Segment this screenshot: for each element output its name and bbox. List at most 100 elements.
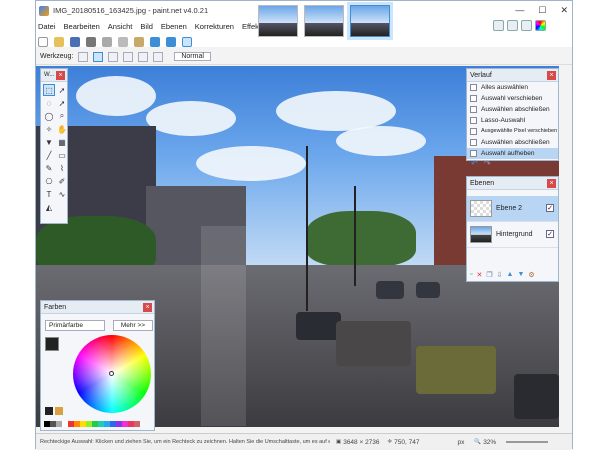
pencil-icon[interactable]: ✎	[43, 162, 55, 174]
paintbrush-icon[interactable]: ╱	[43, 149, 55, 161]
menu-korrekturen[interactable]: Korrekturen	[195, 22, 234, 31]
magic-wand-icon[interactable]: ✧	[43, 123, 55, 135]
history-item[interactable]: Auswahl aufheben	[467, 148, 558, 159]
selection-mode-intersect-icon[interactable]	[138, 51, 149, 62]
redo-icon[interactable]	[166, 37, 176, 47]
save-icon[interactable]	[70, 37, 80, 47]
paste-icon[interactable]	[134, 37, 144, 47]
selection-mode-union-icon[interactable]	[108, 51, 119, 62]
undo-icon[interactable]: ↶	[471, 159, 478, 168]
delete-layer-icon[interactable]: ✕	[476, 271, 482, 279]
menu-datei[interactable]: Datei	[38, 22, 56, 31]
add-layer-icon[interactable]: ▫	[470, 271, 472, 279]
layers-panel-header: Ebenen ×	[467, 177, 558, 190]
layers-toggle-icon[interactable]	[521, 20, 532, 31]
ellipse-select-icon[interactable]: ◯	[43, 110, 55, 122]
eraser-icon[interactable]: ▭	[56, 149, 68, 161]
close-icon[interactable]: ×	[547, 179, 556, 188]
status-hint: Rechteckige Auswahl: Klicken und ziehen …	[40, 439, 330, 445]
history-toggle-icon[interactable]	[507, 20, 518, 31]
print-icon[interactable]	[86, 37, 96, 47]
copy-icon[interactable]	[118, 37, 128, 47]
cut-icon[interactable]	[102, 37, 112, 47]
photo-car	[514, 374, 559, 419]
menu-bild[interactable]: Bild	[140, 22, 153, 31]
photo-car	[376, 281, 404, 299]
close-icon[interactable]: ×	[143, 303, 152, 312]
color-wheel-cursor[interactable]	[109, 371, 114, 376]
primary-color-swatch[interactable]	[45, 337, 59, 351]
palette-swatch[interactable]	[134, 421, 140, 427]
history-item[interactable]: Alles auswählen	[467, 82, 558, 93]
layer-properties-icon[interactable]: ⚙	[528, 271, 534, 279]
zoom-icon[interactable]: ⌕	[56, 110, 68, 122]
more-button[interactable]: Mehr >>	[113, 320, 153, 331]
colors-toggle-icon[interactable]	[535, 20, 546, 31]
minimize-icon[interactable]: —	[515, 5, 524, 16]
zoom-slider[interactable]	[506, 441, 549, 443]
lasso-icon[interactable]: ◌	[43, 97, 55, 109]
photo-cloud	[146, 101, 236, 136]
move-selected-icon[interactable]: ➚	[56, 97, 68, 109]
menu-ansicht[interactable]: Ansicht	[108, 22, 133, 31]
close-icon[interactable]: ×	[56, 71, 65, 80]
undo-icon[interactable]	[150, 37, 160, 47]
history-item[interactable]: Auswählen abschließen	[467, 137, 558, 148]
gradient-icon[interactable]: ▦	[56, 136, 68, 148]
paint-bucket-icon[interactable]: ▼	[43, 136, 55, 148]
blend-mode-select[interactable]: Normal	[174, 52, 211, 61]
merge-down-icon[interactable]: ⇩	[497, 271, 503, 279]
tools-toggle-icon[interactable]	[493, 20, 504, 31]
menu-ebenen[interactable]: Ebenen	[161, 22, 187, 31]
layer-visibility-checkbox[interactable]: ✓	[546, 204, 554, 212]
history-item[interactable]: Lasso-Auswahl	[467, 115, 558, 126]
move-pixels-icon	[470, 128, 477, 135]
palette-small-swatch[interactable]	[45, 407, 53, 415]
history-item[interactable]: Auswählen abschließen	[467, 104, 558, 115]
history-item[interactable]: Ausgewählte Pixel verschieben	[467, 126, 558, 137]
grid-icon[interactable]	[182, 37, 192, 47]
primary-color-dropdown[interactable]: Primärfarbe	[45, 320, 105, 331]
current-tool-icon[interactable]	[78, 51, 89, 62]
recolor-icon[interactable]: ✐	[56, 175, 68, 187]
clone-stamp-icon[interactable]: ⎔	[43, 175, 55, 187]
duplicate-layer-icon[interactable]: ❐	[486, 271, 492, 279]
layer-row[interactable]: Ebene 2 ✓	[467, 196, 558, 222]
lasso-icon	[470, 117, 477, 124]
move-up-icon[interactable]: ▲	[507, 271, 514, 279]
layers-panel-title: Ebenen	[470, 180, 495, 187]
selection-mode-replace-icon[interactable]	[93, 51, 104, 62]
history-item[interactable]: Auswahl verschieben	[467, 93, 558, 104]
line-curve-icon[interactable]: ∿	[56, 188, 68, 200]
close-icon[interactable]: ✕	[560, 5, 568, 16]
image-tab-3[interactable]	[347, 2, 393, 40]
redo-icon[interactable]: ↷	[484, 159, 491, 168]
unit-select[interactable]: px	[457, 439, 464, 446]
close-icon[interactable]: ×	[547, 71, 556, 80]
pan-icon[interactable]: ✋	[56, 123, 68, 135]
maximize-icon[interactable]: ☐	[538, 5, 546, 16]
layer-row[interactable]: Hintergrund ✓	[467, 222, 558, 248]
palette-small-swatch[interactable]	[55, 407, 63, 415]
image-size: 3648 × 2736	[343, 438, 380, 446]
layer-visibility-checkbox[interactable]: ✓	[546, 230, 554, 238]
move-selection-icon[interactable]: ➚	[56, 84, 68, 96]
layer-thumbnail	[470, 200, 492, 217]
selection-mode-invert-icon[interactable]	[153, 51, 164, 62]
history-panel-title: Verlauf	[470, 72, 492, 79]
history-item-label: Auswählen abschließen	[481, 106, 550, 113]
selection-mode-exclude-icon[interactable]	[123, 51, 134, 62]
text-icon[interactable]: T	[43, 188, 55, 200]
photo-cloud	[196, 146, 306, 181]
zoom-value[interactable]: 32%	[483, 439, 496, 446]
rectangle-select-icon[interactable]: ⬚	[43, 84, 55, 96]
move-down-icon[interactable]: ▼	[517, 271, 524, 279]
new-icon[interactable]	[38, 37, 48, 47]
color-picker-icon[interactable]: ⌇	[56, 162, 68, 174]
open-icon[interactable]	[54, 37, 64, 47]
image-tab-2[interactable]	[304, 5, 344, 37]
menu-bearbeiten[interactable]: Bearbeiten	[64, 22, 100, 31]
layer-thumbnail	[470, 226, 492, 243]
image-tab-1[interactable]	[258, 5, 298, 37]
shapes-icon[interactable]: ◭	[43, 201, 55, 213]
